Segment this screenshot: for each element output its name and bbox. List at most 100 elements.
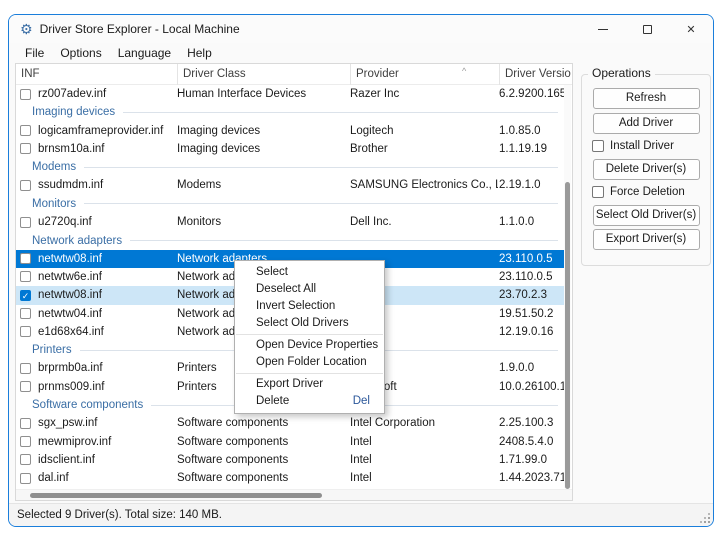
table-row[interactable]: brnsm10a.infImaging devicesBrother1.1.19… bbox=[16, 140, 564, 158]
cell-version: 2.19.1.0 bbox=[499, 176, 571, 194]
title-bar: ⚙ Driver Store Explorer - Local Machine … bbox=[9, 15, 713, 43]
cell-driver-class: Software components bbox=[177, 414, 349, 432]
cell-provider: Intel bbox=[350, 433, 498, 451]
force-deletion-checkbox[interactable]: Force Deletion bbox=[592, 185, 710, 200]
cell-version: 1.44.2023.71 bbox=[499, 469, 571, 487]
close-icon: ✕ bbox=[686, 23, 695, 36]
close-button[interactable]: ✕ bbox=[669, 15, 713, 43]
window-title: Driver Store Explorer - Local Machine bbox=[40, 22, 240, 36]
table-row[interactable]: u2720q.infMonitorsDell Inc.1.1.0.0 bbox=[16, 213, 564, 231]
row-checkbox[interactable] bbox=[20, 89, 31, 100]
group-divider bbox=[123, 112, 558, 113]
row-checkbox[interactable] bbox=[20, 418, 31, 429]
install-driver-checkbox-box[interactable] bbox=[592, 140, 604, 152]
cell-inf: brnsm10a.inf bbox=[38, 140, 176, 158]
row-checkbox[interactable] bbox=[20, 454, 31, 465]
row-checkbox[interactable] bbox=[20, 253, 31, 264]
cell-version: 6.2.9200.165 bbox=[499, 85, 571, 103]
context-menu-item-select-old-drivers[interactable]: Select Old Drivers bbox=[235, 315, 384, 332]
cell-version: 1.1.0.0 bbox=[499, 213, 571, 231]
context-menu-item-delete[interactable]: DeleteDel bbox=[235, 393, 384, 410]
table-row[interactable]: idsclient.infSoftware componentsIntel1.7… bbox=[16, 451, 564, 469]
menu-file[interactable]: File bbox=[17, 44, 52, 62]
resize-grip[interactable] bbox=[708, 521, 710, 523]
group-header-imaging-devices: Imaging devices bbox=[16, 103, 564, 121]
cell-inf: logicamframeprovider.inf bbox=[38, 122, 176, 140]
row-checkbox[interactable] bbox=[20, 473, 31, 484]
group-header-monitors: Monitors bbox=[16, 195, 564, 213]
column-header-driver-class[interactable]: Driver Class^ bbox=[177, 64, 350, 85]
delete-driver-s-button[interactable]: Delete Driver(s) bbox=[593, 159, 700, 180]
table-row[interactable]: logicamframeprovider.infImaging devicesL… bbox=[16, 122, 564, 140]
cell-version: 23.110.0.5 bbox=[499, 268, 571, 286]
cell-provider: Intel bbox=[350, 451, 498, 469]
group-label: Imaging devices bbox=[32, 106, 115, 118]
cell-inf: netwtw08.inf bbox=[38, 250, 176, 268]
minimize-icon bbox=[598, 29, 608, 30]
export-driver-s-button[interactable]: Export Driver(s) bbox=[593, 229, 700, 250]
context-menu-item-export-driver[interactable]: Export Driver bbox=[235, 376, 384, 393]
menu-help[interactable]: Help bbox=[179, 44, 220, 62]
context-menu: SelectDeselect AllInvert SelectionSelect… bbox=[234, 260, 385, 414]
menu-separator bbox=[236, 334, 383, 335]
context-menu-item-deselect-all[interactable]: Deselect All bbox=[235, 281, 384, 298]
row-checkbox[interactable] bbox=[20, 180, 31, 191]
row-checkbox[interactable] bbox=[20, 143, 31, 154]
cell-provider: Logitech bbox=[350, 122, 498, 140]
row-checkbox[interactable] bbox=[20, 308, 31, 319]
column-header-inf[interactable]: INF bbox=[16, 64, 177, 85]
cell-driver-class: Imaging devices bbox=[177, 140, 349, 158]
row-checkbox[interactable] bbox=[20, 326, 31, 337]
row-checkbox[interactable] bbox=[20, 271, 31, 282]
row-checkbox[interactable]: ✓ bbox=[20, 290, 31, 301]
row-checkbox[interactable] bbox=[20, 217, 31, 228]
cell-version: 2408.5.4.0 bbox=[499, 433, 571, 451]
status-text: Selected 9 Driver(s). Total size: 140 MB… bbox=[17, 509, 222, 521]
table-row[interactable]: mewmiprov.infSoftware componentsIntel240… bbox=[16, 433, 564, 451]
cell-provider: Intel bbox=[350, 469, 498, 487]
group-header-modems: Modems bbox=[16, 158, 564, 176]
horizontal-scrollbar[interactable] bbox=[16, 489, 572, 500]
context-menu-item-invert-selection[interactable]: Invert Selection bbox=[235, 298, 384, 315]
menu-language[interactable]: Language bbox=[110, 44, 179, 62]
context-menu-item-open-folder-location[interactable]: Open Folder Location bbox=[235, 354, 384, 371]
cell-provider: Intel Corporation bbox=[350, 414, 498, 432]
group-label: Network adapters bbox=[32, 235, 122, 247]
context-menu-item-select[interactable]: Select bbox=[235, 264, 384, 281]
refresh-button[interactable]: Refresh bbox=[593, 88, 700, 109]
horizontal-scrollbar-thumb[interactable] bbox=[30, 493, 322, 498]
group-divider bbox=[84, 203, 558, 204]
menu-bar: FileOptionsLanguageHelp bbox=[17, 43, 220, 63]
maximize-button[interactable] bbox=[625, 15, 669, 43]
cell-version: 10.0.26100.1 bbox=[499, 378, 571, 396]
cell-inf: sgx_psw.inf bbox=[38, 414, 176, 432]
row-checkbox[interactable] bbox=[20, 381, 31, 392]
cell-inf: e1d68x64.inf bbox=[38, 323, 176, 341]
group-label: Monitors bbox=[32, 198, 76, 210]
context-menu-item-open-device-properties[interactable]: Open Device Properties bbox=[235, 337, 384, 354]
column-header-provider[interactable]: Provider bbox=[350, 64, 499, 85]
cell-driver-class: Monitors bbox=[177, 213, 349, 231]
column-header-driver-versio[interactable]: Driver Versio bbox=[499, 64, 574, 85]
minimize-button[interactable] bbox=[581, 15, 625, 43]
row-checkbox[interactable] bbox=[20, 436, 31, 447]
table-row[interactable]: rz007adev.infHuman Interface DevicesRaze… bbox=[16, 85, 564, 103]
add-driver-button[interactable]: Add Driver bbox=[593, 113, 700, 134]
table-row[interactable]: sgx_psw.infSoftware componentsIntel Corp… bbox=[16, 414, 564, 432]
table-row[interactable]: dal.infSoftware componentsIntel1.44.2023… bbox=[16, 469, 564, 487]
group-label: Printers bbox=[32, 344, 72, 356]
vertical-scrollbar[interactable] bbox=[564, 85, 571, 488]
cell-driver-class: Modems bbox=[177, 176, 349, 194]
vertical-scrollbar-thumb[interactable] bbox=[565, 182, 570, 489]
menu-options[interactable]: Options bbox=[52, 44, 109, 62]
select-old-driver-s-button[interactable]: Select Old Driver(s) bbox=[593, 205, 700, 226]
row-checkbox[interactable] bbox=[20, 125, 31, 136]
group-label: Modems bbox=[32, 161, 76, 173]
row-checkbox[interactable] bbox=[20, 363, 31, 374]
gear-icon: ⚙ bbox=[20, 22, 33, 36]
install-driver-checkbox[interactable]: Install Driver bbox=[592, 139, 710, 154]
cell-version: 2.25.100.3 bbox=[499, 414, 571, 432]
force-deletion-checkbox-box[interactable] bbox=[592, 186, 604, 198]
cell-inf: brprmb0a.inf bbox=[38, 359, 176, 377]
table-row[interactable]: ssudmdm.infModemsSAMSUNG Electronics Co.… bbox=[16, 176, 564, 194]
